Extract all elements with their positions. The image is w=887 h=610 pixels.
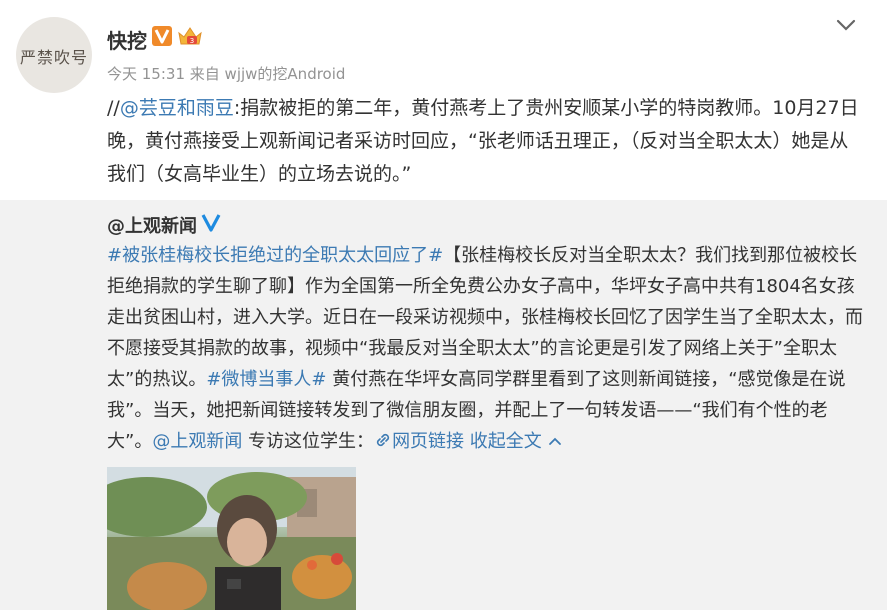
crown-icon: 3 xyxy=(176,24,204,48)
link-icon xyxy=(374,433,392,449)
repost-body-3: 专访这位学生： xyxy=(242,431,375,452)
post-time[interactable]: 今天 15:31 xyxy=(107,65,185,83)
prefix: // xyxy=(107,97,120,119)
svg-text:3: 3 xyxy=(190,37,194,45)
web-link-label: 网页链接 xyxy=(392,431,465,452)
mention-link[interactable]: @上观新闻 xyxy=(152,431,242,452)
post-meta: 今天 15:31 来自 wjjw的挖Android xyxy=(107,63,345,84)
username[interactable]: 快挖 xyxy=(107,25,147,54)
mention-link[interactable]: @芸豆和雨豆 xyxy=(120,97,234,119)
chevron-up-icon xyxy=(548,436,562,446)
collapse-label: 收起全文 xyxy=(469,431,542,452)
post-photo[interactable] xyxy=(107,467,356,610)
post-text: //@芸豆和雨豆:捐款被拒的第二年，黄付燕考上了贵州安顺某小学的特岗教师。10月… xyxy=(107,92,867,191)
hashtag-link[interactable]: #被张桂梅校长拒绝过的全职太太回应了# xyxy=(107,245,443,266)
post-source: 来自 wjjw的挖Android xyxy=(189,65,346,83)
collapse-button[interactable]: 收起全文 xyxy=(470,431,562,452)
repost-user[interactable]: @上观新闻 xyxy=(107,212,197,238)
v-badge-icon xyxy=(152,26,172,46)
repost-text: #被张桂梅校长拒绝过的全职太太回应了#【张桂梅校长反对当全职太太？我们找到那位被… xyxy=(107,240,867,457)
avatar-text: 严禁吹号 xyxy=(19,48,88,67)
hashtag-link[interactable]: #微博当事人# xyxy=(206,369,326,390)
web-link[interactable]: 网页链接 xyxy=(374,431,464,452)
avatar[interactable]: 严禁吹号 xyxy=(16,17,92,93)
blue-v-icon xyxy=(200,211,222,233)
chevron-down-icon[interactable] xyxy=(833,16,859,34)
